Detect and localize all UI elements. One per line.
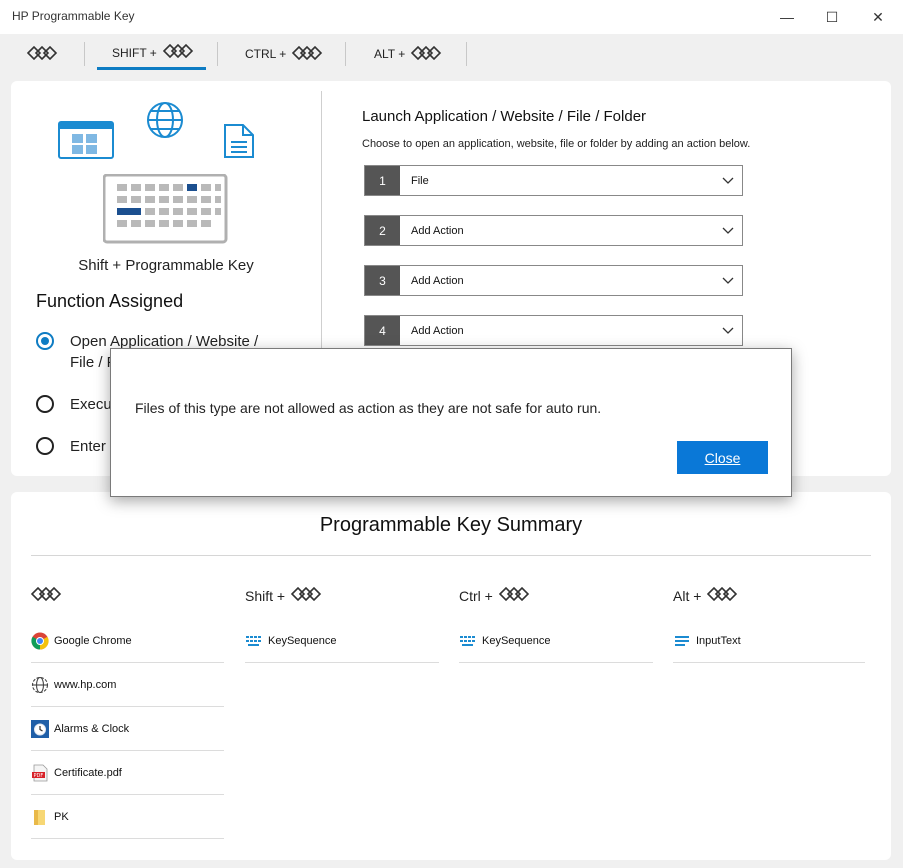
summary-item[interactable]: KeySequence bbox=[245, 619, 439, 663]
summary-divider bbox=[31, 555, 871, 556]
tab-shift-label: SHIFT + bbox=[112, 45, 157, 60]
action-value: Add Action bbox=[411, 224, 464, 237]
programmable-key-icon bbox=[498, 586, 531, 604]
summary-column-alt: Alt + bbox=[673, 586, 739, 604]
column-label: Alt + bbox=[673, 587, 702, 604]
chrome-icon bbox=[31, 632, 49, 650]
summary-item-label: Google Chrome bbox=[54, 634, 132, 647]
pdf-icon: PDF bbox=[31, 764, 49, 782]
chevron-down-icon bbox=[714, 177, 742, 185]
radio-button[interactable] bbox=[36, 437, 54, 455]
tab-divider bbox=[217, 42, 218, 66]
action-number: 2 bbox=[365, 216, 400, 245]
warning-dialog: Files of this type are not allowed as ac… bbox=[110, 348, 792, 497]
chevron-down-icon bbox=[714, 227, 742, 235]
svg-text:PDF: PDF bbox=[34, 772, 44, 778]
keyboard-icon bbox=[459, 632, 477, 650]
summary-item-label: InputText bbox=[696, 634, 741, 647]
programmable-key-icon bbox=[290, 586, 323, 604]
app-window-icon bbox=[58, 121, 114, 164]
summary-item[interactable]: KeySequence bbox=[459, 619, 653, 663]
programmable-key-icon bbox=[162, 43, 195, 61]
function-assigned-heading: Function Assigned bbox=[36, 291, 184, 311]
action-number: 1 bbox=[365, 166, 400, 195]
keyboard-icon bbox=[245, 632, 263, 650]
key-tabs: SHIFT + CTRL + ALT + bbox=[0, 34, 903, 74]
minimize-button[interactable]: — bbox=[764, 0, 810, 34]
tab-key[interactable] bbox=[26, 38, 59, 70]
launch-title: Launch Application / Website / File / Fo… bbox=[362, 108, 647, 125]
summary-item[interactable]: Google Chrome bbox=[31, 619, 224, 663]
summary-column-ctrl: Ctrl + bbox=[459, 586, 531, 604]
key-label: Shift + Programmable Key bbox=[78, 257, 254, 274]
programmable-key-icon bbox=[26, 45, 59, 63]
action-number: 3 bbox=[365, 266, 400, 295]
summary-item[interactable]: PDF Certificate.pdf bbox=[31, 751, 224, 795]
web-icon bbox=[31, 676, 49, 694]
action-dropdown-4[interactable]: 4 Add Action bbox=[364, 315, 743, 346]
globe-icon bbox=[146, 101, 184, 144]
programmable-key-icon bbox=[292, 45, 324, 63]
action-number: 4 bbox=[365, 316, 400, 345]
summary-item-label: KeySequence bbox=[482, 634, 551, 647]
summary-item[interactable]: InputText bbox=[673, 619, 865, 663]
programmable-key-icon bbox=[411, 45, 443, 63]
chevron-down-icon bbox=[714, 277, 742, 285]
tab-alt-label: ALT + bbox=[374, 47, 406, 61]
close-window-button[interactable]: ✕ bbox=[855, 0, 901, 34]
action-value: Add Action bbox=[411, 324, 464, 337]
summary-item-label: Alarms & Clock bbox=[54, 722, 130, 735]
action-dropdown-1[interactable]: 1 File bbox=[364, 165, 743, 196]
tab-divider bbox=[466, 42, 467, 66]
column-label: Shift + bbox=[245, 587, 286, 604]
summary-item-label: www.hp.com bbox=[54, 678, 117, 691]
folder-icon bbox=[31, 808, 49, 826]
text-lines-icon bbox=[673, 632, 691, 650]
programmable-key-icon bbox=[30, 586, 63, 604]
summary-item-label: Certificate.pdf bbox=[54, 766, 122, 779]
summary-item[interactable]: Alarms & Clock bbox=[31, 707, 224, 751]
tab-alt[interactable]: ALT + bbox=[374, 38, 443, 70]
tab-shift[interactable]: SHIFT + bbox=[97, 38, 206, 70]
tab-divider bbox=[345, 42, 346, 66]
tab-ctrl[interactable]: CTRL + bbox=[245, 38, 324, 70]
maximize-button[interactable]: ☐ bbox=[809, 0, 855, 34]
chevron-down-icon bbox=[714, 327, 742, 335]
radio-button[interactable] bbox=[36, 332, 54, 350]
window-title: HP Programmable Key bbox=[12, 9, 135, 23]
title-bar: HP Programmable Key — ☐ ✕ bbox=[0, 0, 903, 34]
close-button-label: Close bbox=[704, 449, 741, 466]
summary-item[interactable]: www.hp.com bbox=[31, 663, 224, 707]
summary-panel: Programmable Key Summary Shift + Ctrl + … bbox=[11, 492, 891, 860]
programmable-key-icon bbox=[707, 586, 739, 604]
summary-item[interactable]: PK bbox=[31, 795, 224, 839]
action-dropdown-3[interactable]: 3 Add Action bbox=[364, 265, 743, 296]
action-value: Add Action bbox=[411, 274, 464, 287]
close-button[interactable]: Close bbox=[677, 441, 768, 474]
launch-description: Choose to open an application, website, … bbox=[362, 138, 751, 150]
action-value: File bbox=[411, 174, 429, 187]
summary-column-key bbox=[30, 586, 63, 604]
summary-column-shift: Shift + bbox=[245, 586, 323, 604]
document-icon bbox=[223, 123, 255, 164]
alarm-clock-icon bbox=[31, 719, 49, 738]
tab-divider bbox=[84, 42, 85, 66]
column-label: Ctrl + bbox=[459, 587, 493, 604]
keyboard-illustration bbox=[102, 173, 228, 249]
summary-title: Programmable Key Summary bbox=[319, 514, 583, 536]
tab-ctrl-label: CTRL + bbox=[245, 47, 287, 61]
summary-item-label: KeySequence bbox=[268, 634, 337, 647]
dialog-message: Files of this type are not allowed as ac… bbox=[135, 400, 602, 416]
action-dropdown-2[interactable]: 2 Add Action bbox=[364, 215, 743, 246]
summary-item-label: PK bbox=[54, 810, 69, 823]
radio-button[interactable] bbox=[36, 395, 54, 413]
